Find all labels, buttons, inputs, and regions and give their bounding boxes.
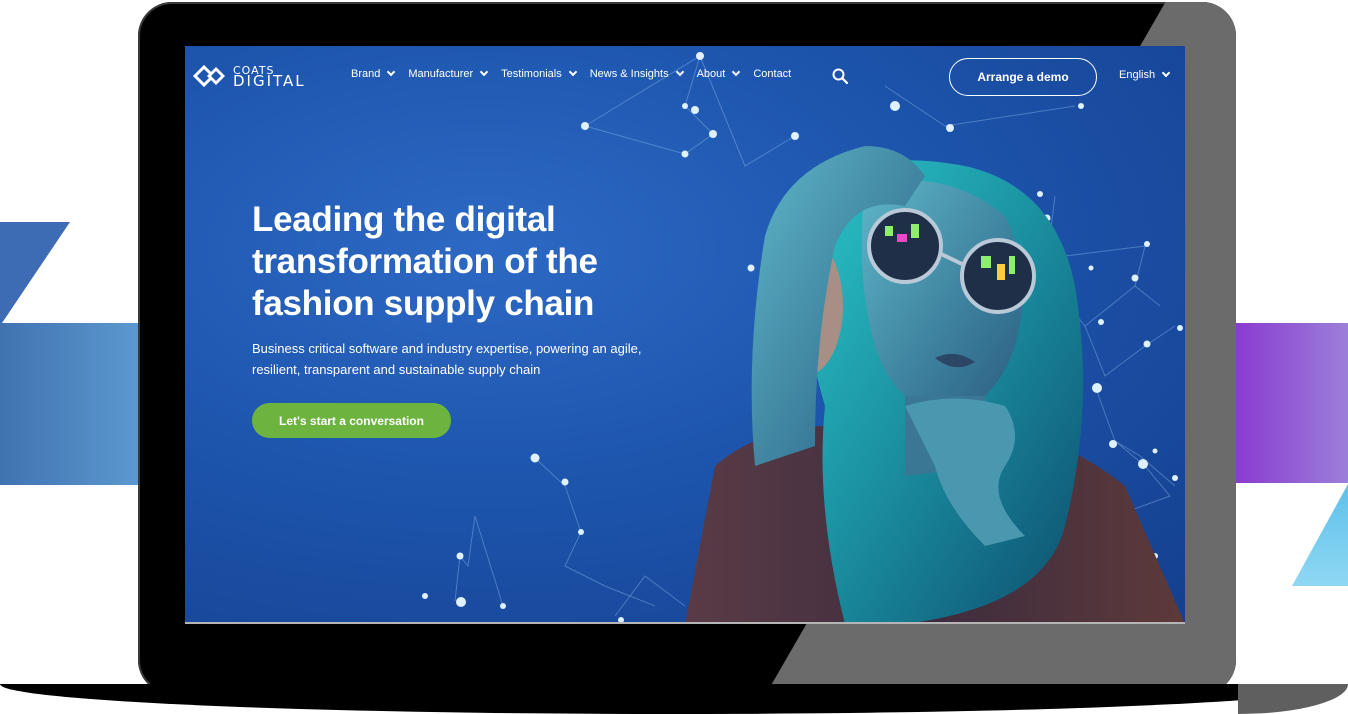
chevron-down-icon xyxy=(675,67,684,77)
search-icon[interactable] xyxy=(832,68,848,84)
laptop-base-reflection xyxy=(1238,684,1348,714)
nav-item-label: News & Insights xyxy=(589,68,669,80)
hero-subtext: Business critical software and industry … xyxy=(252,338,712,380)
nav-item-manufacturer[interactable]: Manufacturer xyxy=(408,67,489,80)
nav-item-label: Testimonials xyxy=(501,68,562,80)
website-screen: COATS DIGITAL Brand Manufacturer Testimo… xyxy=(185,46,1185,624)
subtext-line-2: resilient, transparent and sustainable s… xyxy=(252,362,541,377)
nav-item-label: Manufacturer xyxy=(408,68,474,80)
decorative-bar-left xyxy=(0,323,150,485)
chevron-down-icon xyxy=(568,67,577,77)
headline-line-2: transformation of the xyxy=(252,242,598,281)
laptop-base xyxy=(0,684,1348,714)
logo-mark-icon xyxy=(193,64,225,88)
logo-wordmark: COATS DIGITAL xyxy=(233,65,306,90)
language-selector[interactable]: English xyxy=(1119,68,1171,81)
decorative-bar-right xyxy=(1236,323,1348,483)
decorative-triangle-left xyxy=(0,222,70,326)
nav-item-about[interactable]: About xyxy=(696,67,741,80)
logo-line-2: DIGITAL xyxy=(233,72,306,90)
chevron-down-icon xyxy=(387,67,396,77)
chevron-down-icon xyxy=(479,67,489,77)
nav-item-label: About xyxy=(696,68,726,80)
nav-item-testimonials[interactable]: Testimonials xyxy=(501,67,577,80)
headline-line-3: fashion supply chain xyxy=(252,284,595,323)
subtext-line-1: Business critical software and industry … xyxy=(252,341,642,356)
chevron-down-icon xyxy=(1161,68,1171,78)
arrange-demo-button[interactable]: Arrange a demo xyxy=(949,58,1097,96)
hero-headline: Leading the digital transformation of th… xyxy=(252,199,672,325)
main-menu: Brand Manufacturer Testimonials News & I… xyxy=(351,67,805,80)
start-conversation-button[interactable]: Let's start a conversation xyxy=(252,403,451,438)
nav-item-label: Brand xyxy=(351,68,381,80)
nav-item-contact[interactable]: Contact xyxy=(753,68,791,80)
top-navigation: COATS DIGITAL Brand Manufacturer Testimo… xyxy=(185,46,1185,106)
decorative-triangle-right xyxy=(1292,484,1348,586)
headline-line-1: Leading the digital xyxy=(252,200,556,239)
nav-item-label: Contact xyxy=(753,68,792,80)
coats-digital-logo[interactable]: COATS DIGITAL xyxy=(193,63,306,89)
chevron-down-icon xyxy=(732,67,741,77)
language-label: English xyxy=(1119,69,1156,81)
nav-item-brand[interactable]: Brand xyxy=(351,67,396,80)
nav-item-news-insights[interactable]: News & Insights xyxy=(589,67,684,80)
